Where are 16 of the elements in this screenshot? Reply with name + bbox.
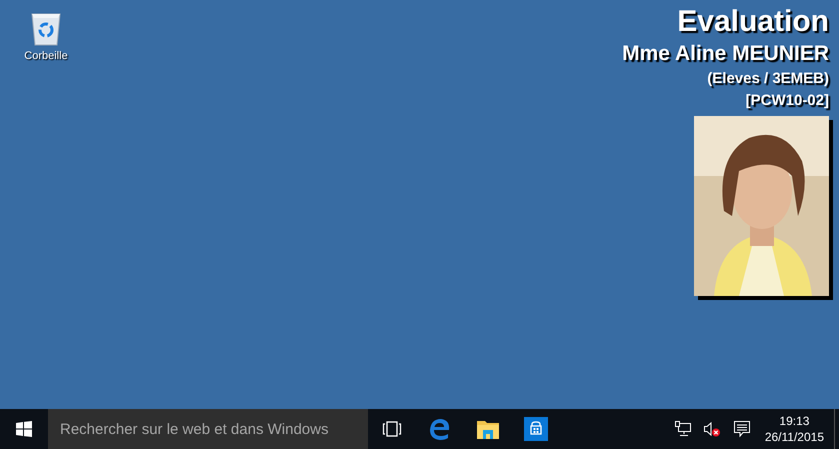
user-name: Mme Aline MEUNIER xyxy=(622,41,829,67)
search-field[interactable]: Rechercher sur le web et dans Windows xyxy=(48,409,368,449)
windows-logo-icon xyxy=(16,421,32,437)
desktop-icon-label[interactable]: Corbeille xyxy=(24,50,68,62)
group-text: (Eleves / 3EMEB) xyxy=(707,69,829,89)
speaker-icon[interactable] xyxy=(702,421,721,437)
task-view-icon xyxy=(382,421,402,437)
folder-icon xyxy=(476,418,500,440)
computer-name: [PCW10-02] xyxy=(746,91,829,111)
shopping-bag-icon xyxy=(524,417,548,441)
clock-date[interactable]: 26/11/2015 xyxy=(764,429,824,445)
browser-e-icon xyxy=(428,417,452,441)
network-icon[interactable] xyxy=(674,421,691,437)
clock-time[interactable]: 19:13 xyxy=(779,413,810,429)
title-text: Evaluation xyxy=(677,4,829,40)
notification-icon[interactable] xyxy=(732,420,751,438)
